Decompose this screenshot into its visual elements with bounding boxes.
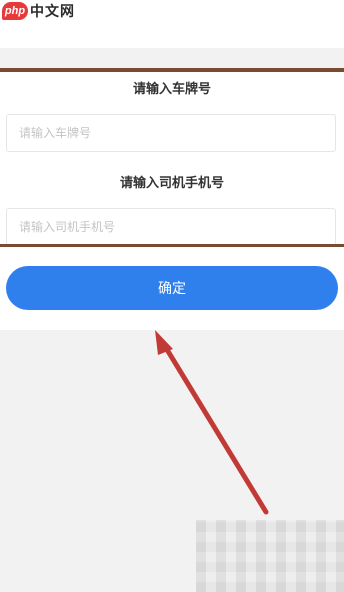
confirm-button[interactable]: 确定 xyxy=(6,266,338,310)
arrow-head xyxy=(155,330,173,355)
watermark-site-name: 中文网 xyxy=(30,4,75,20)
top-gap xyxy=(0,48,344,68)
plate-label: 请输入车牌号 xyxy=(132,82,211,97)
phone-label: 请输入司机手机号 xyxy=(119,176,224,191)
mosaic-patch xyxy=(196,520,344,592)
plate-input[interactable] xyxy=(6,114,336,152)
watermark-logo: php xyxy=(2,2,28,20)
phone-input[interactable] xyxy=(6,208,336,246)
watermark: php 中文网 xyxy=(2,0,75,22)
arrow-shaft xyxy=(160,340,269,515)
form-border-top xyxy=(0,68,344,72)
form-border-bottom xyxy=(0,244,344,247)
